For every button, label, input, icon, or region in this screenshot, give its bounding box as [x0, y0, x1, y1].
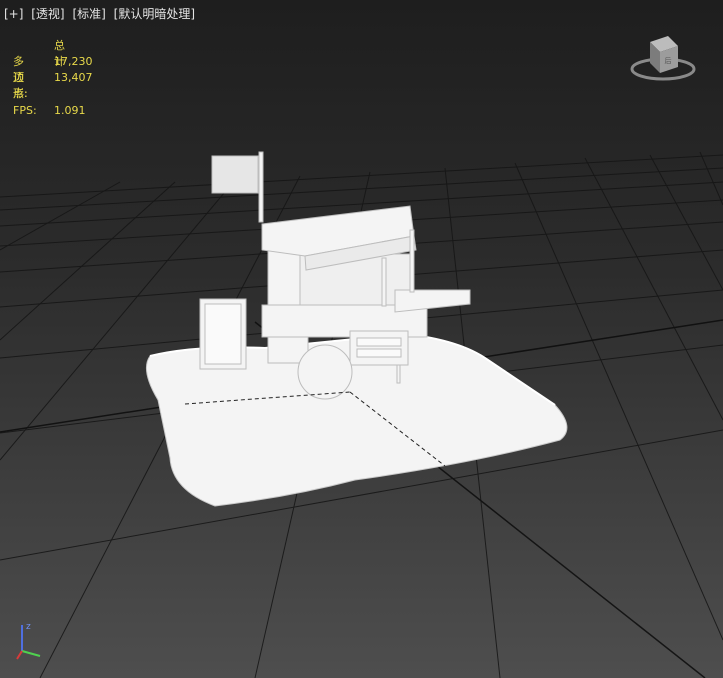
viewport-label-menu: [+] [透视] [标准] [默认明暗处理]: [4, 5, 195, 22]
viewport-pov-menu[interactable]: [透视]: [31, 7, 64, 21]
x-axis-line: [16, 650, 23, 660]
z-axis-label: z: [26, 622, 31, 632]
viewcube-face-label: 后: [665, 56, 672, 65]
viewport-shading-menu[interactable]: [默认明暗处理]: [114, 7, 195, 21]
vertices-label: 顶点:: [13, 71, 28, 100]
viewport-standard-menu[interactable]: [标准]: [72, 7, 105, 21]
axis-tripod: z: [16, 622, 41, 660]
scene-canvas[interactable]: [0, 0, 723, 678]
viewport-general-menu[interactable]: [+]: [4, 7, 23, 21]
counter-shelf: [394, 289, 471, 313]
food-cart-model[interactable]: [145, 151, 568, 507]
viewcube[interactable]: 后: [628, 33, 698, 91]
polygons-count: 17,230: [54, 55, 93, 68]
perspective-viewport[interactable]: [+] [透视] [标准] [默认明暗处理] 总计 多边形: 17,230 顶点:…: [0, 0, 723, 678]
flag: [211, 155, 259, 194]
vertices-count: 13,407: [54, 71, 93, 84]
cart-wheel: [297, 344, 353, 400]
fps-value: 1.091: [54, 104, 86, 117]
fps-label: FPS:: [13, 104, 37, 117]
y-axis-line: [21, 650, 41, 657]
